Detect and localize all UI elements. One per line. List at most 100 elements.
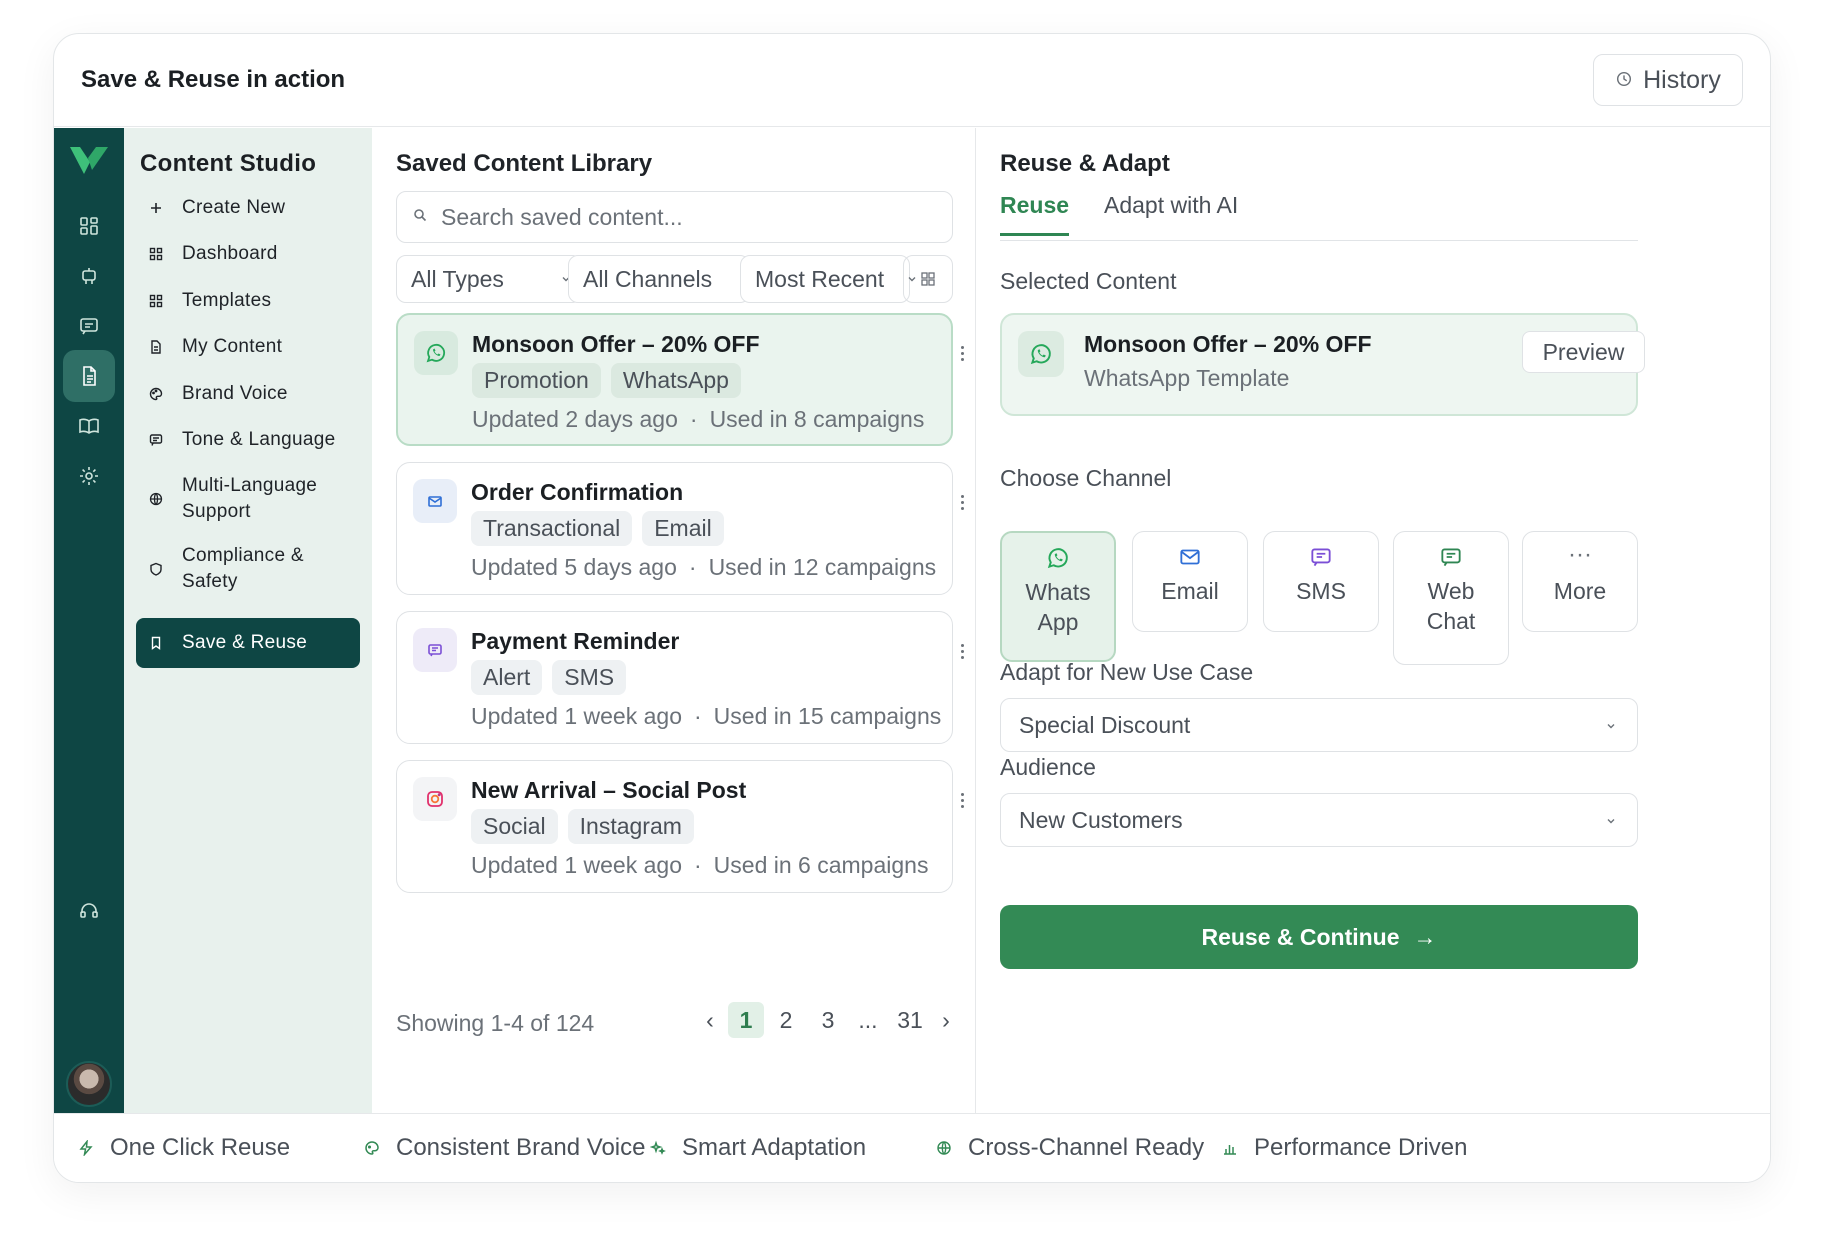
- sidebar-item-tone-language[interactable]: Tone & Language: [136, 418, 360, 462]
- chevron-down-icon: [1607, 724, 1615, 729]
- more-options-icon[interactable]: [959, 495, 965, 513]
- page-ellipsis: ...: [858, 1006, 878, 1033]
- sort-value: Most Recent: [755, 265, 885, 292]
- rail-dashboard-icon[interactable]: [63, 200, 115, 252]
- sidebar-item-label: Multi-Language Support: [182, 475, 318, 522]
- content-card-payment-reminder[interactable]: Payment Reminder Alert SMS Updated 1 wee…: [396, 611, 953, 744]
- rail-settings-icon[interactable]: [63, 450, 115, 502]
- more-options-icon[interactable]: [959, 793, 965, 811]
- audience-label: Audience: [1000, 754, 1096, 780]
- grid-view-button[interactable]: [903, 255, 953, 303]
- email-icon: [1180, 549, 1200, 565]
- meta-separator: ·: [688, 554, 697, 580]
- sparkle-icon: [650, 1140, 666, 1155]
- sidebar-item-label: Compliance & Safety: [182, 545, 304, 592]
- tag: WhatsApp: [610, 363, 741, 398]
- sidebar-item-label: Save & Reuse: [182, 632, 308, 653]
- feature-brand-voice: Consistent Brand Voice: [364, 1134, 645, 1162]
- prev-page-button[interactable]: ‹: [692, 1002, 728, 1038]
- updated-text: Updated 5 days ago: [471, 554, 677, 580]
- avatar[interactable]: [66, 1061, 112, 1107]
- feature-label: Consistent Brand Voice: [396, 1134, 646, 1161]
- selected-content-label: Selected Content: [1000, 268, 1177, 294]
- plus-icon: [148, 200, 164, 216]
- sidebar-item-label: Dashboard: [182, 243, 278, 264]
- page-1-button[interactable]: 1: [728, 1002, 764, 1038]
- page-31-button[interactable]: 31: [892, 1002, 928, 1038]
- shield-icon: [148, 561, 164, 577]
- sidebar-item-my-content[interactable]: My Content: [136, 325, 360, 369]
- preview-button[interactable]: Preview: [1522, 331, 1645, 373]
- sidebar-item-create-new[interactable]: Create New: [136, 186, 360, 230]
- channel-label: Web: [1427, 578, 1475, 604]
- globe-icon: [148, 491, 164, 507]
- use-case-select[interactable]: Special Discount: [1000, 698, 1638, 752]
- rail-support-icon[interactable]: [63, 885, 115, 937]
- sidebar-item-brand-voice[interactable]: Brand Voice: [136, 372, 360, 416]
- rail-content-icon[interactable]: [63, 350, 115, 402]
- channel-webchat[interactable]: Web Chat: [1393, 531, 1509, 665]
- search-icon: [413, 208, 427, 227]
- content-card-title: Payment Reminder: [471, 628, 680, 654]
- content-card-title: New Arrival – Social Post: [471, 777, 747, 803]
- more-options-icon[interactable]: [959, 644, 965, 662]
- meta-separator: ·: [694, 703, 702, 729]
- type-filter-value: All Types: [411, 265, 504, 292]
- channel-more[interactable]: ··· More: [1522, 531, 1638, 632]
- sidebar: Content Studio Create New Dashboard Temp…: [124, 128, 372, 1113]
- webchat-icon: [1441, 548, 1461, 567]
- updated-text: Updated 2 days ago: [472, 406, 678, 432]
- sidebar-item-multi-language[interactable]: Multi-Language Support: [136, 464, 360, 534]
- rail-book-icon[interactable]: [63, 400, 115, 452]
- feature-label: One Click Reuse: [110, 1134, 291, 1161]
- type-filter-dropdown[interactable]: All Types: [396, 255, 582, 303]
- tab-adapt-with-ai[interactable]: Adapt with AI: [1104, 192, 1238, 233]
- channel-label: Whats: [1025, 579, 1091, 605]
- sort-dropdown[interactable]: Most Recent: [740, 255, 916, 303]
- pagination-summary: Showing 1-4 of 124: [396, 1010, 595, 1036]
- history-button[interactable]: History: [1593, 54, 1743, 106]
- channel-email[interactable]: Email: [1132, 531, 1248, 632]
- channel-label-line2: Chat: [1426, 608, 1476, 634]
- channel-whatsapp[interactable]: Whats App: [1000, 531, 1116, 662]
- grid-icon: [148, 246, 164, 262]
- audience-select[interactable]: New Customers: [1000, 793, 1638, 847]
- search-input[interactable]: [441, 203, 921, 231]
- channel-filter-dropdown[interactable]: All Channels: [568, 255, 756, 303]
- rail-bot-icon[interactable]: [63, 250, 115, 302]
- reuse-adapt-panel: Reuse & Adapt Reuse Adapt with AI Select…: [976, 128, 1770, 1113]
- bookmark-icon: [148, 635, 164, 651]
- search-box[interactable]: [396, 191, 953, 243]
- page-2-button[interactable]: 2: [768, 1002, 804, 1038]
- sidebar-title: Content Studio: [140, 150, 317, 177]
- email-icon: [413, 479, 457, 523]
- palette-icon: [365, 1141, 379, 1155]
- channel-label-line2: App: [1037, 609, 1079, 635]
- content-card-new-arrival[interactable]: New Arrival – Social Post Social Instagr…: [396, 760, 953, 893]
- usage-text: Used in 12 campaigns: [708, 554, 937, 580]
- sidebar-item-dashboard[interactable]: Dashboard: [136, 232, 360, 276]
- content-card-order-confirmation[interactable]: Order Confirmation Transactional Email U…: [396, 462, 953, 595]
- content-card-title: Order Confirmation: [471, 479, 684, 505]
- library-title: Saved Content Library: [396, 150, 653, 177]
- window-header: Save & Reuse in action History: [54, 34, 1770, 127]
- page-3-button[interactable]: 3: [810, 1002, 846, 1038]
- bar-chart-icon: [1224, 1145, 1236, 1155]
- palette-icon: [148, 386, 164, 402]
- feature-cross-channel: Cross-Channel Ready: [936, 1134, 1204, 1162]
- selected-content-card: Monsoon Offer – 20% OFF WhatsApp Templat…: [1000, 313, 1645, 416]
- sidebar-item-templates[interactable]: Templates: [136, 279, 360, 323]
- sidebar-item-save-reuse[interactable]: Save & Reuse: [136, 618, 360, 668]
- app-window: Save & Reuse in action History Content S…: [53, 33, 1771, 1183]
- rail-messages-icon[interactable]: [63, 300, 115, 352]
- sidebar-item-compliance[interactable]: Compliance & Safety: [136, 534, 360, 604]
- tab-reuse[interactable]: Reuse: [1000, 192, 1070, 236]
- reuse-continue-button[interactable]: Reuse & Continue →: [1000, 905, 1638, 969]
- channel-sms[interactable]: SMS: [1263, 531, 1379, 632]
- feature-strip: One Click Reuse Consistent Brand Voice S…: [54, 1113, 1770, 1182]
- feature-performance: Performance Driven: [1222, 1134, 1467, 1162]
- more-options-icon[interactable]: [959, 346, 965, 364]
- next-page-button[interactable]: ›: [928, 1002, 964, 1038]
- brand-logo-icon: [70, 147, 108, 174]
- content-card-monsoon-offer[interactable]: Monsoon Offer – 20% OFF Promotion WhatsA…: [396, 313, 953, 446]
